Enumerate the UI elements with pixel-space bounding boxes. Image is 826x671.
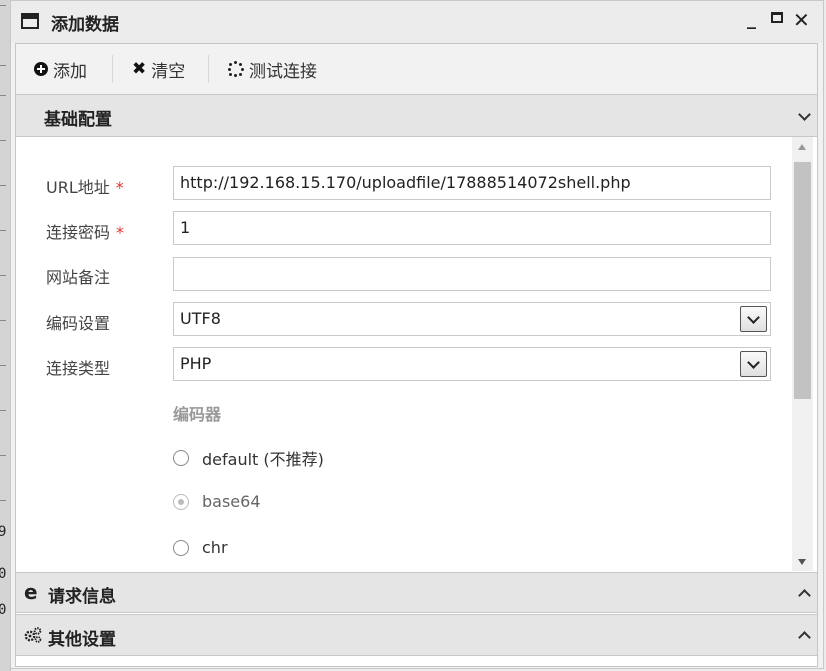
encoder-option-chr[interactable]: chr xyxy=(173,538,228,557)
chevron-up-icon xyxy=(798,589,811,602)
dialog-body: 添加 ✖ 清空 测试连接 基础配置 URL地址 * http://192.168… xyxy=(15,43,818,667)
section-header-request[interactable]: e 请求信息 xyxy=(16,572,817,613)
clear-button-label: 清空 xyxy=(151,61,186,82)
add-button-label: 添加 xyxy=(53,61,87,82)
required-marker: * xyxy=(116,223,125,242)
radio-button[interactable] xyxy=(173,539,189,556)
titlebar[interactable]: 添加数据 _ ✕ xyxy=(11,1,823,43)
type-label: 连接类型 xyxy=(46,359,111,378)
toolbar: 添加 ✖ 清空 测试连接 xyxy=(16,44,817,95)
chevron-down-icon[interactable] xyxy=(740,306,767,332)
x-icon: ✖ xyxy=(132,59,147,79)
strip-tick xyxy=(0,230,6,231)
plus-circle-icon xyxy=(34,62,48,76)
scroll-up-arrow-icon[interactable] xyxy=(798,144,806,150)
scroll-down-arrow-icon[interactable] xyxy=(798,559,806,565)
background-number: 9 xyxy=(0,524,7,540)
background-number: 0 xyxy=(0,602,7,618)
edge-icon: e xyxy=(24,580,38,604)
strip-tick xyxy=(0,365,6,366)
scroll-thumb[interactable] xyxy=(794,162,811,399)
strip-tick xyxy=(0,140,6,141)
encoder-title: 编码器 xyxy=(173,405,222,424)
radio-label: chr xyxy=(202,538,228,557)
radio-button[interactable] xyxy=(173,493,189,510)
radio-label: base64 xyxy=(202,492,261,511)
section-title-request: 请求信息 xyxy=(48,587,116,607)
add-data-dialog: 添加数据 _ ✕ 添加 ✖ 清空 测试连接 基础配置 URL地址 * http:… xyxy=(10,0,824,669)
type-select[interactable]: PHP xyxy=(173,347,771,381)
password-label: 连接密码 * xyxy=(46,223,125,242)
test-connection-label: 测试连接 xyxy=(249,61,317,82)
minimize-button[interactable]: _ xyxy=(747,9,756,30)
basic-config-form: URL地址 * http://192.168.15.170/uploadfile/… xyxy=(16,137,817,571)
toolbar-separator xyxy=(208,55,209,83)
url-label: URL地址 * xyxy=(46,178,124,197)
clear-button[interactable]: ✖ 清空 xyxy=(132,55,185,83)
encoder-option-base64[interactable]: base64 xyxy=(173,492,261,511)
test-connection-button[interactable]: 测试连接 xyxy=(228,55,317,83)
strip-tick xyxy=(0,455,6,456)
chevron-down-icon xyxy=(798,108,811,121)
chevron-up-icon xyxy=(798,631,811,644)
radio-label: default (不推荐) xyxy=(202,450,324,469)
strip-tick xyxy=(0,500,6,501)
section-title-basic: 基础配置 xyxy=(44,110,112,130)
add-button[interactable]: 添加 xyxy=(34,55,87,83)
section-title-other: 其他设置 xyxy=(48,630,116,650)
required-marker: * xyxy=(115,178,124,197)
encoder-option-default[interactable]: default (不推荐) xyxy=(173,446,324,470)
close-button[interactable]: ✕ xyxy=(793,8,810,32)
window-icon xyxy=(21,13,39,29)
strip-tick xyxy=(0,185,6,186)
chevron-down-icon[interactable] xyxy=(740,351,767,377)
strip-tick xyxy=(0,275,6,276)
password-input[interactable]: 1 xyxy=(173,211,771,245)
strip-tick xyxy=(0,5,6,6)
radio-button[interactable] xyxy=(173,450,189,466)
note-input[interactable] xyxy=(173,257,771,291)
spinner-icon xyxy=(228,61,244,77)
encoding-select[interactable]: UTF8 xyxy=(173,302,771,336)
strip-tick xyxy=(0,95,6,96)
encoding-value: UTF8 xyxy=(180,309,221,328)
note-label: 网站备注 xyxy=(46,268,111,287)
type-value: PHP xyxy=(180,354,212,373)
section-header-basic[interactable]: 基础配置 xyxy=(16,94,817,137)
strip-tick xyxy=(0,320,6,321)
form-scrollbar[interactable] xyxy=(792,137,813,571)
url-input[interactable]: http://192.168.15.170/uploadfile/1788851… xyxy=(173,166,771,200)
gears-icon xyxy=(24,627,42,643)
strip-tick xyxy=(0,65,6,66)
dialog-title: 添加数据 xyxy=(51,15,119,35)
section-header-other[interactable]: 其他设置 xyxy=(16,614,817,656)
strip-tick xyxy=(0,410,6,411)
encoding-label: 编码设置 xyxy=(46,314,111,333)
toolbar-separator xyxy=(112,55,113,83)
maximize-button[interactable] xyxy=(771,12,783,23)
background-number: 0 xyxy=(0,566,7,582)
